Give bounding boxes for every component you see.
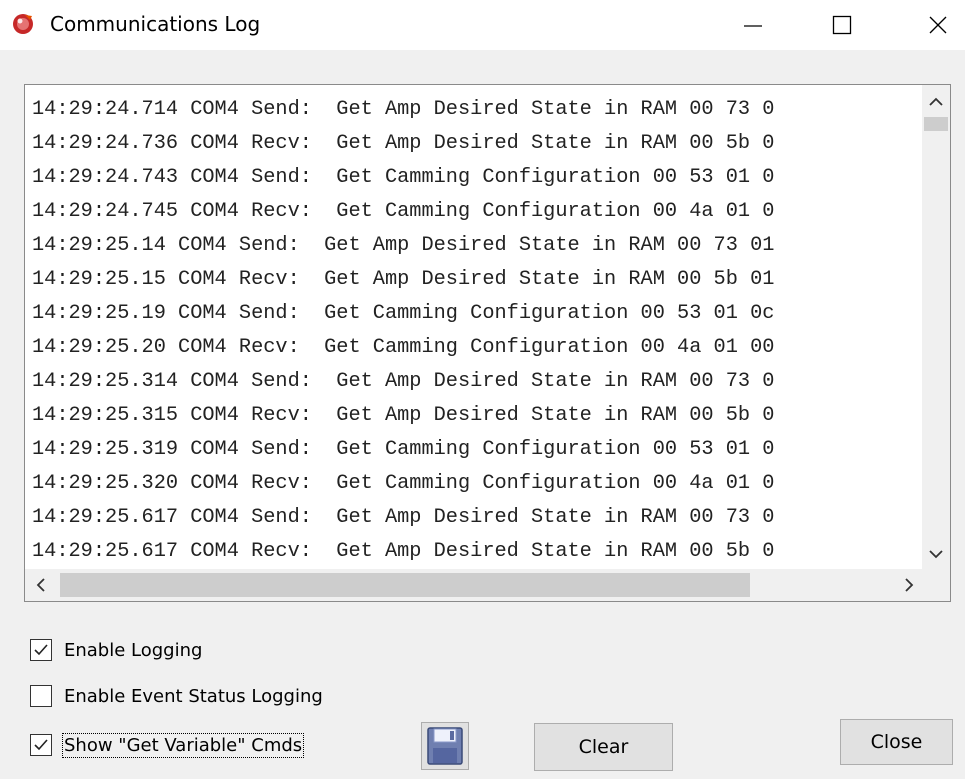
checkmark-icon	[34, 739, 48, 751]
vertical-scroll-thumb[interactable]	[924, 117, 948, 131]
log-line: 14:29:25.319 COM4 Send: Get Camming Conf…	[32, 438, 775, 461]
title-bar: Communications Log	[0, 0, 965, 50]
enable-event-status-logging-option[interactable]: Enable Event Status Logging	[30, 682, 323, 710]
log-line: 14:29:25.617 COM4 Send: Get Amp Desired …	[32, 506, 775, 529]
close-icon	[929, 16, 947, 34]
enable-event-status-logging-label: Enable Event Status Logging	[64, 685, 323, 707]
enable-logging-checkbox[interactable]	[30, 639, 52, 661]
horizontal-scrollbar[interactable]	[25, 569, 923, 601]
clear-button[interactable]: Clear	[534, 723, 673, 771]
scroll-down-button[interactable]	[922, 541, 950, 567]
save-log-button[interactable]	[421, 722, 469, 770]
horizontal-scroll-thumb[interactable]	[60, 573, 750, 597]
log-line: 14:29:24.743 COM4 Send: Get Camming Conf…	[32, 166, 775, 189]
maximize-button[interactable]	[815, 0, 869, 50]
log-line: 14:29:24.736 COM4 Recv: Get Amp Desired …	[32, 132, 775, 155]
log-line: 14:29:25.320 COM4 Recv: Get Camming Conf…	[32, 472, 775, 495]
log-line: 14:29:25.19 COM4 Send: Get Camming Confi…	[32, 302, 775, 325]
chevron-left-icon	[36, 578, 45, 592]
scroll-left-button[interactable]	[27, 572, 55, 598]
chevron-up-icon	[929, 97, 943, 106]
scroll-right-button[interactable]	[895, 572, 923, 598]
log-lines: 14:29:24.714 COM4 Send: Get Amp Desired …	[25, 85, 923, 569]
show-get-variable-cmds-label: Show "Get Variable" Cmds	[61, 732, 305, 758]
close-button[interactable]: Close	[840, 719, 953, 765]
log-line: 14:29:25.315 COM4 Recv: Get Amp Desired …	[32, 404, 775, 427]
vertical-scrollbar[interactable]	[922, 85, 950, 569]
show-get-variable-cmds-option[interactable]: Show "Get Variable" Cmds	[30, 731, 305, 759]
log-text-area[interactable]: 14:29:24.714 COM4 Send: Get Amp Desired …	[24, 84, 951, 602]
chevron-down-icon	[929, 550, 943, 559]
enable-logging-option[interactable]: Enable Logging	[30, 636, 202, 664]
checkmark-icon	[34, 644, 48, 656]
chevron-right-icon	[905, 578, 914, 592]
minimize-icon	[744, 25, 762, 27]
close-window-button[interactable]	[911, 0, 965, 50]
maximize-icon	[832, 15, 852, 35]
enable-logging-label: Enable Logging	[64, 639, 203, 661]
log-line: 14:29:25.15 COM4 Recv: Get Amp Desired S…	[32, 268, 775, 291]
scroll-up-button[interactable]	[922, 89, 950, 115]
log-line: 14:29:24.745 COM4 Recv: Get Camming Conf…	[32, 200, 775, 223]
log-line: 14:29:24.714 COM4 Send: Get Amp Desired …	[32, 98, 775, 121]
window-title: Communications Log	[50, 12, 261, 36]
log-line: 14:29:25.20 COM4 Recv: Get Camming Confi…	[32, 336, 775, 359]
show-get-variable-cmds-checkbox[interactable]	[30, 734, 52, 756]
scrollbar-corner	[922, 569, 950, 601]
minimize-button[interactable]	[726, 0, 780, 50]
log-line: 14:29:25.14 COM4 Send: Get Amp Desired S…	[32, 234, 775, 257]
floppy-disk-icon	[427, 727, 463, 765]
red-circle-app-icon	[13, 14, 33, 34]
log-line: 14:29:25.617 COM4 Recv: Get Amp Desired …	[32, 540, 775, 563]
enable-event-status-logging-checkbox[interactable]	[30, 685, 52, 707]
log-line: 14:29:25.314 COM4 Send: Get Amp Desired …	[32, 370, 775, 393]
